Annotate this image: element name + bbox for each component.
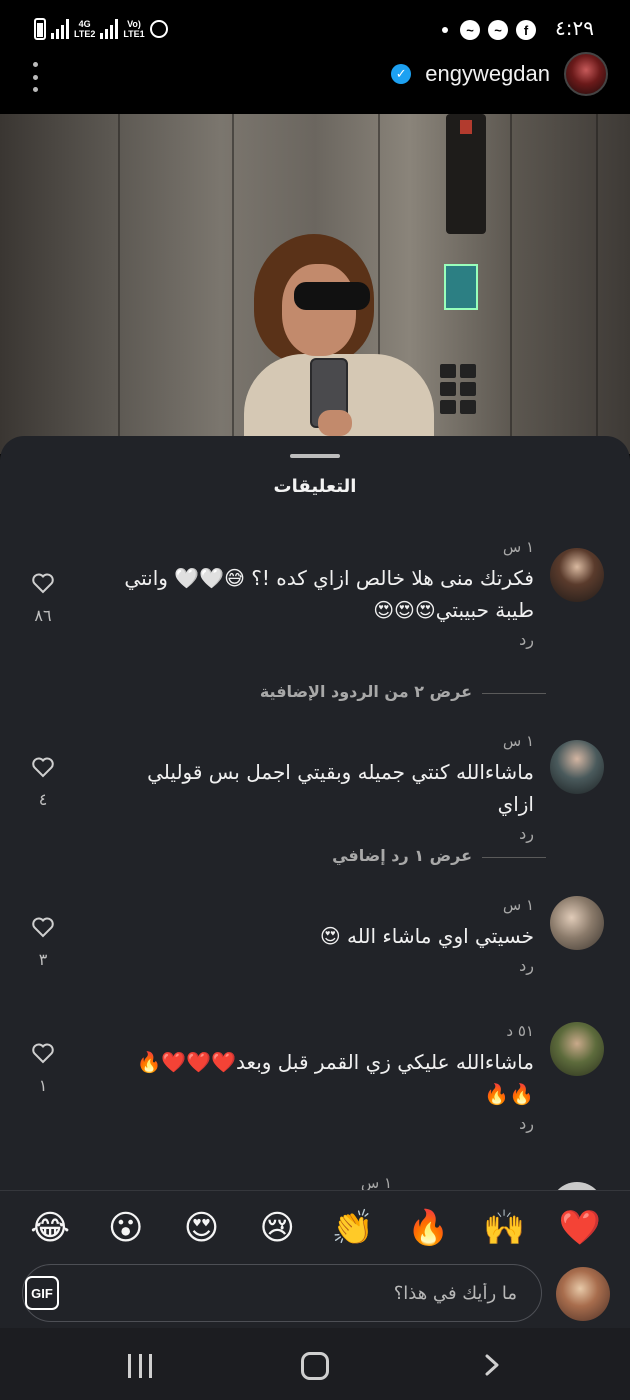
reaction-raised-hands[interactable]: 🙌 xyxy=(478,1202,530,1254)
commenter-avatar[interactable] xyxy=(550,1182,604,1190)
author-avatar[interactable] xyxy=(564,52,608,96)
reply-button[interactable]: رد xyxy=(114,956,534,975)
reaction-fire[interactable]: 🔥 xyxy=(403,1202,455,1254)
comment-composer: GIF xyxy=(0,1264,630,1334)
comment-body: ٥١ د ماشاءالله عليكي زي القمر قبل وبعد❤️… xyxy=(114,1022,534,1133)
comment-input[interactable] xyxy=(59,1282,541,1304)
verified-badge-icon: ✓ xyxy=(391,64,412,84)
reaction-heart[interactable]: ❤️ xyxy=(554,1202,606,1254)
status-left-icons: 4G LTE2 Vo) LTE1 xyxy=(34,18,168,40)
comment-time: ١ س xyxy=(502,538,534,556)
comments-list[interactable]: ١ س فكرتك منى هلا خالص ازاي كده !؟ 😅🤍🤍 و… xyxy=(0,526,630,1190)
commenter-avatar[interactable] xyxy=(550,896,604,950)
like-control: ١ xyxy=(26,1042,60,1095)
reaction-surprised[interactable]: 😮 xyxy=(100,1202,152,1254)
sheet-title: التعليقات xyxy=(273,476,357,497)
more-notifications-dot-icon xyxy=(442,27,448,33)
reply-button[interactable]: رد xyxy=(114,824,534,843)
like-count: ١ xyxy=(38,1076,48,1095)
network-label-2: Vo) LTE1 xyxy=(123,19,145,39)
recent-apps-icon[interactable] xyxy=(128,1354,152,1378)
heart-icon[interactable] xyxy=(31,916,55,938)
signal-icon xyxy=(100,19,119,39)
heart-icon[interactable] xyxy=(31,572,55,594)
elevator-sign xyxy=(444,264,478,310)
reaction-clap[interactable]: 👏 xyxy=(327,1202,379,1254)
comment-time: ٥١ د xyxy=(506,1022,534,1040)
reply-button[interactable]: رد xyxy=(114,1114,534,1133)
heart-icon[interactable] xyxy=(31,756,55,778)
facebook-icon: f xyxy=(516,20,536,40)
reaction-crying[interactable]: 😢 xyxy=(251,1202,303,1254)
like-count: ٣ xyxy=(38,950,48,969)
commenter-avatar[interactable] xyxy=(550,740,604,794)
comments-sheet: التعليقات ١ س فكرتك منى هلا خالص ازاي كد… xyxy=(0,436,630,1400)
messenger-icon: ~ xyxy=(488,20,508,40)
notification-icons: ~ ~ f xyxy=(442,20,536,40)
comment-text: خسيتي اوي ماشاء الله 😍 xyxy=(319,924,534,948)
elevator-buttons xyxy=(440,364,476,414)
status-bar: 4G LTE2 Vo) LTE1 ~ ~ f ٤:٢٩ xyxy=(0,0,630,56)
back-chevron-icon[interactable] xyxy=(482,1354,502,1376)
drag-handle[interactable] xyxy=(290,454,340,458)
home-icon[interactable] xyxy=(301,1352,329,1380)
view-more-replies[interactable]: عرض ١ رد إضافي xyxy=(0,846,630,870)
comment-text: فكرتك منى هلا خالص ازاي كده !؟ 😅🤍🤍 وانتي… xyxy=(124,566,534,622)
like-control: ٤ xyxy=(26,756,60,809)
more-options-icon[interactable] xyxy=(30,62,40,92)
gif-button[interactable]: GIF xyxy=(25,1276,59,1310)
messenger-icon: ~ xyxy=(460,20,480,40)
battery-icon xyxy=(34,18,46,40)
reaction-heart-eyes[interactable]: 😍 xyxy=(175,1202,227,1254)
reaction-laughing[interactable]: 😂 xyxy=(24,1202,76,1254)
comment-body: ١ س فكرتك منى هلا خالص ازاي كده !؟ 😅🤍🤍 و… xyxy=(114,538,534,649)
commenter-avatar[interactable] xyxy=(550,1022,604,1076)
comment-time: ١ س xyxy=(502,896,534,914)
quick-reactions-bar: ❤️ 🙌 🔥 👏 😢 😍 😮 😂 xyxy=(0,1190,630,1264)
comment-input-container: GIF xyxy=(22,1264,542,1322)
post-photo xyxy=(0,114,630,454)
elevator-display xyxy=(446,114,486,234)
person-figure xyxy=(240,234,440,454)
like-count: ٨٦ xyxy=(34,606,52,625)
clock: ٤:٢٩ xyxy=(555,16,594,40)
post-author[interactable]: ✓ engywegdan xyxy=(391,52,608,96)
author-username[interactable]: engywegdan xyxy=(425,61,550,87)
commenter-avatar[interactable] xyxy=(550,548,604,602)
comment-body: ١ س ماشاءالله كنتي جميله وبقيتي اجمل بس … xyxy=(114,732,534,843)
comment-time: ١ س xyxy=(360,1174,392,1190)
comment-text: ماشاءالله كنتي جميله وبقيتي اجمل بس قولي… xyxy=(147,760,534,816)
my-avatar xyxy=(556,1267,610,1321)
like-count: ٤ xyxy=(38,790,48,809)
comment-body: ١ س خسيتي اوي ماشاء الله 😍 رد xyxy=(114,896,534,975)
system-nav-bar xyxy=(0,1328,630,1400)
heart-icon[interactable] xyxy=(31,1042,55,1064)
view-more-replies-label[interactable]: عرض ١ رد إضافي xyxy=(332,846,472,865)
signal-icon xyxy=(51,19,69,39)
view-more-replies-label[interactable]: عرض ٢ من الردود الإضافية xyxy=(260,682,472,701)
post-header: ✓ engywegdan xyxy=(0,52,630,114)
comment-time: ١ س xyxy=(502,732,534,750)
comment-text: ماشاءالله عليكي زي القمر قبل وبعد❤️❤️❤️🔥… xyxy=(136,1050,534,1106)
alarm-icon xyxy=(149,20,168,38)
reply-button[interactable]: رد xyxy=(114,630,534,649)
like-control: ٣ xyxy=(26,916,60,969)
network-label-1: 4G LTE2 xyxy=(74,19,96,39)
comment-body: ١ س xyxy=(0,1174,392,1190)
view-more-replies[interactable]: عرض ٢ من الردود الإضافية xyxy=(0,682,630,706)
like-control: ٨٦ xyxy=(26,572,60,625)
